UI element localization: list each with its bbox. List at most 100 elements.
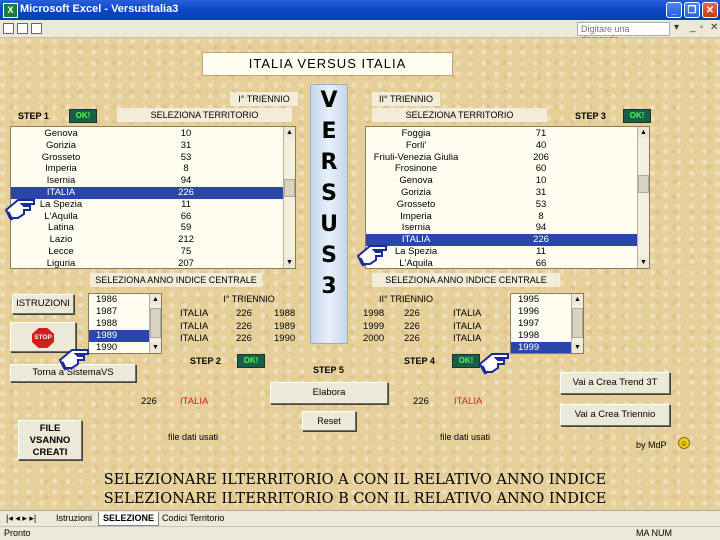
right-year-listbox[interactable]: 1995 1996 1997 1998 1999 ▲ ▼ [510, 293, 584, 354]
elabora-button[interactable]: Elabora [270, 382, 388, 404]
triennio-place: ITALIA [453, 320, 482, 332]
territory-list-item[interactable]: Genova 10 [366, 175, 649, 187]
territory-list-item[interactable]: Frosinone 60 [366, 163, 649, 175]
minimize-icon[interactable]: _ [666, 2, 682, 18]
crea-trend-button[interactable]: Vai a Crea Trend 3T [560, 372, 670, 394]
right-result-value: 226 [413, 396, 429, 407]
page-title: ITALIA VERSUS ITALIA [202, 52, 453, 76]
territory-list-item[interactable]: Gorizia 31 [366, 187, 649, 199]
scroll-up-icon[interactable]: ▲ [572, 294, 583, 305]
scroll-thumb[interactable] [638, 175, 649, 193]
smiley-icon[interactable]: ☺ [678, 437, 690, 449]
territory-list-item[interactable]: Latina 59 [11, 222, 295, 234]
scroll-thumb[interactable] [572, 308, 583, 338]
versus-letter: 3 [321, 274, 337, 299]
toolbar-restore-icon[interactable]: ▫ [700, 22, 704, 33]
territory-list-item[interactable]: Liguria 207 [11, 258, 295, 268]
territory-list-item[interactable]: Genova 10 [11, 128, 295, 140]
territory-list-item[interactable]: Lazio 212 [11, 234, 295, 246]
new-file-icon[interactable] [3, 23, 14, 34]
territory-list-item[interactable]: ITALIA 226 [11, 186, 295, 199]
territory-list-item[interactable]: La Spezia 11 [11, 199, 295, 211]
restore-icon[interactable]: ❐ [684, 2, 700, 18]
territory-name: Latina [48, 222, 74, 234]
territory-list-item[interactable]: L'Aquila 66 [11, 211, 295, 223]
year-value: 1997 [518, 318, 540, 329]
versus-letter: E [321, 119, 337, 144]
territory-list-item[interactable]: Lecce 75 [11, 246, 295, 258]
territory-list-item[interactable]: Imperia 8 [11, 163, 295, 175]
territory-list-item[interactable]: Isernia 94 [366, 222, 649, 234]
ask-question-input[interactable]: Digitare una domanda. [577, 22, 670, 44]
print-icon[interactable] [31, 23, 42, 34]
window-title: Microsoft Excel - VersusItalia3 [20, 3, 179, 15]
territory-list-item[interactable]: L'Aquila 66 [366, 258, 649, 268]
scroll-up-icon[interactable]: ▲ [150, 294, 161, 305]
step5-label: STEP 5 [313, 365, 344, 375]
sheet-tab-bar: |◂ ◂ ▸ ▸| Istruzioni SELEZIONE Codici Te… [0, 510, 720, 526]
scroll-down-icon[interactable]: ▼ [572, 342, 583, 353]
triennio-year: 1999 [363, 320, 385, 332]
territory-name: Grosseto [396, 198, 436, 210]
close-icon[interactable]: ✕ [702, 2, 718, 18]
pointing-hand-icon [58, 342, 92, 372]
scroll-thumb[interactable] [150, 308, 161, 338]
title-bar: X Microsoft Excel - VersusItalia3 _ ❐ ✕ [0, 0, 720, 20]
right-triennio-header: II° TRIENNIO [379, 294, 433, 304]
stop-icon: STOP [32, 328, 54, 348]
reset-button[interactable]: Reset [302, 411, 356, 431]
file-vsanno-creati-button[interactable]: FILE VSANNO CREATI [18, 420, 82, 460]
territory-list-item[interactable]: Foggia 71 [366, 128, 649, 140]
versus-letter: S [321, 181, 337, 206]
territory-value: 53 [535, 198, 547, 210]
versus-letter: U [320, 212, 338, 237]
scroll-thumb[interactable] [284, 179, 295, 197]
scroll-down-icon[interactable]: ▼ [638, 257, 649, 268]
left-territory-scrollbar[interactable]: ▲ ▼ [283, 127, 295, 268]
istruzioni-button[interactable]: ISTRUZIONI [12, 294, 74, 314]
print-preview-icon[interactable] [17, 23, 28, 34]
year-value: 1987 [96, 306, 118, 317]
scroll-down-icon[interactable]: ▼ [284, 257, 295, 268]
territory-list-item[interactable]: Gorizia 31 [11, 140, 295, 152]
territory-list-item[interactable]: Imperia 8 [366, 211, 649, 223]
tab-nav-icon[interactable]: |◂ ◂ ▸ ▸| [2, 512, 40, 525]
instruction-message-a: SELEZIONARE ILTERRITORIO A CON IL RELATI… [103, 472, 607, 488]
right-territory-listbox[interactable]: Foggia 71 Forli' 40 Friuli-Venezia Giulia 206… [365, 126, 650, 269]
right-territory-scrollbar[interactable]: ▲ ▼ [637, 127, 649, 268]
left-year-listbox[interactable]: 1986 1987 1988 1989 1990 ▲ ▼ [88, 293, 162, 354]
triennio-year: 1990 [274, 333, 296, 344]
toolbar-close-icon[interactable]: ✕ [710, 22, 718, 33]
scroll-down-icon[interactable]: ▼ [150, 342, 161, 353]
tab-istruzioni[interactable]: Istruzioni [52, 512, 96, 525]
scroll-up-icon[interactable]: ▲ [638, 127, 649, 138]
ask-dropdown-icon[interactable]: ▾ [674, 22, 679, 33]
triennio2-label: II° TRIENNIO [372, 92, 440, 106]
territory-list-item[interactable]: La Spezia 11 [366, 246, 649, 258]
instruction-message-b: SELEZIONARE ILTERRITORIO B CON IL RELATI… [103, 491, 607, 507]
tab-selezione[interactable]: SELEZIONE [98, 512, 160, 526]
scroll-up-icon[interactable]: ▲ [284, 127, 295, 138]
territory-list-item[interactable]: ITALIA 226 [366, 234, 649, 246]
territory-value: 94 [535, 222, 547, 234]
right-year-scrollbar[interactable]: ▲ ▼ [571, 294, 583, 353]
territory-list-item[interactable]: Isernia 94 [11, 175, 295, 187]
triennio-val: 226 [236, 308, 252, 319]
territory-list-item[interactable]: Grosseto 53 [366, 199, 649, 211]
right-result-place: ITALIA [454, 396, 483, 407]
territory-name: Foggia [401, 128, 431, 139]
territory-list-item[interactable]: Friuli-Venezia Giulia 206 [366, 152, 649, 164]
pointing-hand-icon [478, 346, 512, 376]
left-year-scrollbar[interactable]: ▲ ▼ [149, 294, 161, 353]
territory-list-item[interactable]: Forli' 40 [366, 140, 649, 152]
left-territory-listbox[interactable]: Genova 10 Gorizia 31 Grosseto 53 Imperia 8 Isern… [10, 126, 296, 269]
year-value: 1986 [96, 294, 118, 305]
year-value: 1990 [96, 342, 118, 353]
step1-ok-badge: OK! [69, 109, 97, 123]
tab-codici-territorio[interactable]: Codici Territorio [158, 512, 228, 525]
toolbar-minimize-icon[interactable]: _ [690, 22, 696, 33]
crea-triennio-button[interactable]: Vai a Crea Triennio [560, 404, 670, 426]
territory-list-item[interactable]: Grosseto 53 [11, 152, 295, 164]
triennio-year: 2000 [363, 333, 385, 344]
triennio-val: 226 [404, 308, 420, 319]
